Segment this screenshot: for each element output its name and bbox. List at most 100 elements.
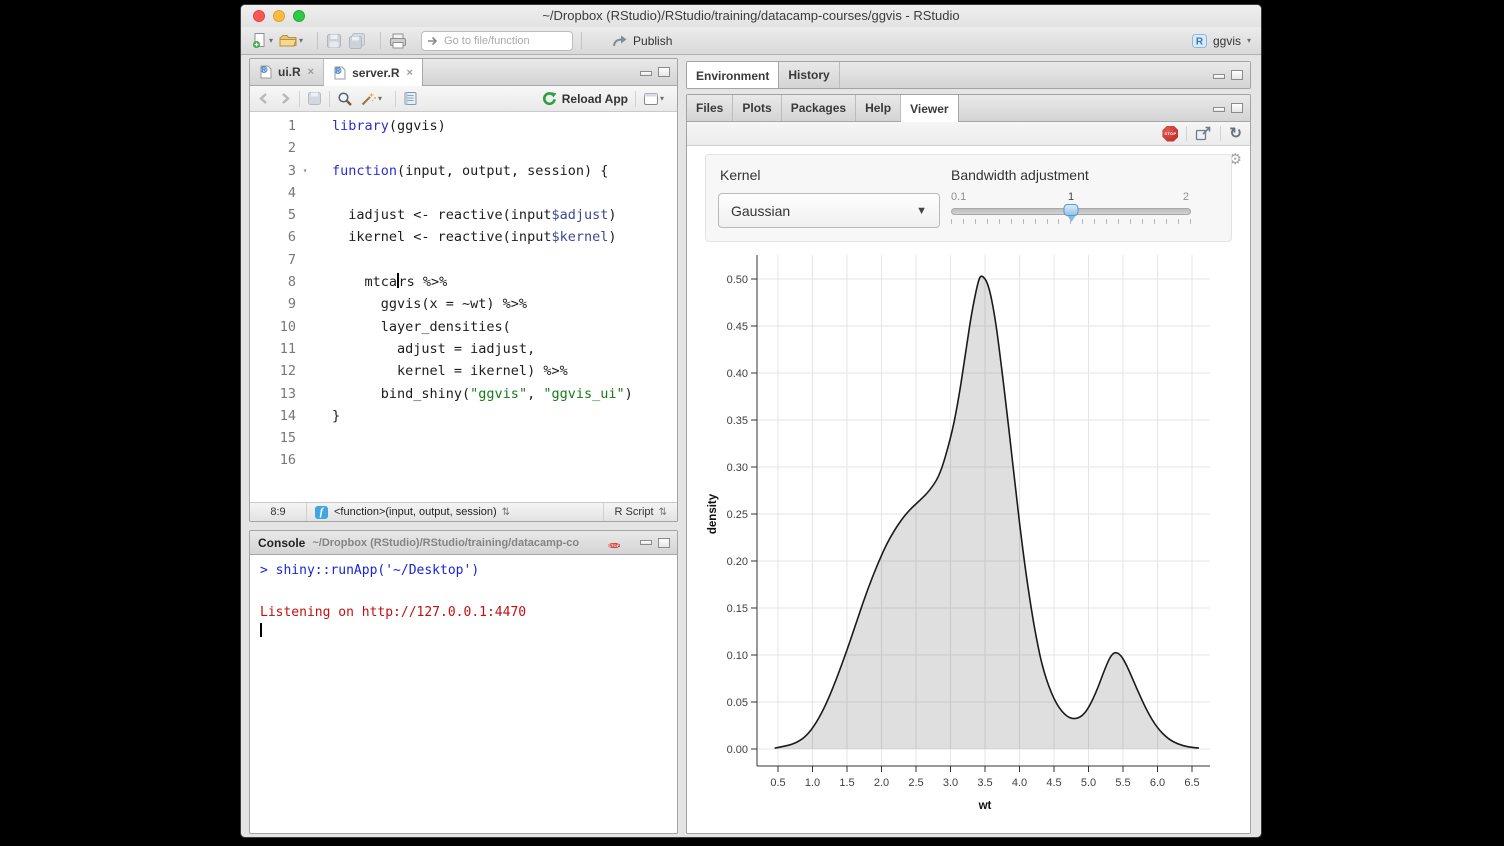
back-icon[interactable] [257, 92, 271, 105]
compile-notebook-icon[interactable] [403, 91, 418, 106]
code-text: kernel = ikernel) %>% [332, 360, 568, 382]
code-line[interactable]: 8 mtcars %>% [250, 271, 677, 293]
code-tools-caret: ▾ [378, 94, 382, 103]
code-line[interactable]: 14} [250, 405, 677, 427]
code-line[interactable]: 2 [250, 137, 677, 159]
code-line[interactable]: 4 [250, 182, 677, 204]
svg-text:5.5: 5.5 [1115, 777, 1130, 789]
slider-handle[interactable] [1064, 204, 1079, 216]
tab-server-r[interactable]: R server.R × [324, 59, 423, 86]
console-output[interactable]: > shiny::runApp('~/Desktop') Listening o… [250, 555, 677, 833]
svg-text:0.20: 0.20 [727, 556, 748, 568]
close-window-button[interactable] [253, 10, 265, 22]
minimize-pane-icon[interactable] [640, 540, 652, 545]
refresh-icon[interactable]: ↻ [1229, 126, 1242, 141]
save-icon-disabled[interactable] [307, 91, 322, 106]
svg-text:0.5: 0.5 [770, 777, 785, 789]
code-line[interactable]: 7 [250, 249, 677, 271]
code-line[interactable]: 10 layer_densities( [250, 316, 677, 338]
publish-button[interactable]: Publish [612, 33, 672, 48]
slider-track[interactable] [951, 208, 1191, 215]
minimize-pane-icon[interactable] [1213, 107, 1225, 112]
close-tab-icon[interactable]: × [406, 67, 412, 79]
kernel-select[interactable]: Gaussian ▼ [718, 193, 940, 228]
code-line[interactable]: 6 ikernel <- reactive(input$kernel) [250, 226, 677, 248]
save-all-button-disabled[interactable] [348, 30, 366, 52]
svg-text:4.5: 4.5 [1046, 777, 1061, 789]
pane-layout: R ui.R × R server.R × [241, 55, 1262, 838]
code-line[interactable]: 16 [250, 449, 677, 471]
project-menu-button[interactable]: R ggvis ▾ [1191, 33, 1251, 49]
fold-gutter [296, 182, 314, 204]
tab-plots[interactable]: Plots [733, 95, 781, 121]
svg-text:0.15: 0.15 [727, 603, 748, 615]
file-type-selector[interactable]: R Script ⇅ [603, 503, 677, 521]
code-line[interactable]: 9 ggvis(x = ~wt) %>% [250, 293, 677, 315]
save-button-disabled[interactable] [326, 30, 342, 52]
print-button[interactable] [389, 30, 407, 52]
tab-help[interactable]: Help [856, 95, 901, 121]
minimize-window-button[interactable] [273, 10, 285, 22]
toolbar-divider [1186, 126, 1187, 141]
restore-pane-icon[interactable] [1213, 74, 1225, 79]
tab-label: Packages [791, 101, 846, 115]
magic-wand-icon [360, 91, 377, 107]
code-line[interactable]: 15 [250, 427, 677, 449]
zoom-window-button[interactable] [293, 10, 305, 22]
line-number: 6 [256, 226, 296, 248]
code-editor[interactable]: 1library(ggvis)23▾function(input, output… [250, 112, 677, 502]
code-line[interactable]: 13 bind_shiny("ggvis", "ggvis_ui") [250, 383, 677, 405]
interrupt-r-button[interactable]: STOP [608, 534, 620, 555]
new-file-dropdown-caret[interactable]: ▾ [269, 36, 273, 45]
run-app-options-button[interactable]: ▾ [643, 88, 664, 110]
toolbar-divider [1220, 126, 1221, 141]
reload-app-button[interactable]: Reload App [542, 91, 628, 106]
slider-mid-label: 1 [1068, 191, 1074, 203]
line-number: 13 [256, 383, 296, 405]
tab-history[interactable]: History [779, 62, 839, 88]
maximize-pane-icon[interactable] [658, 67, 670, 77]
close-tab-icon[interactable]: × [308, 66, 314, 78]
svg-text:0.00: 0.00 [727, 744, 748, 756]
svg-text:3.0: 3.0 [943, 777, 958, 789]
open-in-new-window-icon[interactable] [1195, 126, 1212, 141]
fold-arrow-icon[interactable]: ▾ [296, 160, 314, 182]
tab-packages[interactable]: Packages [782, 95, 856, 121]
tab-label: Files [696, 101, 723, 115]
line-number: 2 [256, 137, 296, 159]
print-icon [389, 33, 407, 49]
svg-text:1.0: 1.0 [805, 777, 820, 789]
forward-icon[interactable] [278, 92, 292, 105]
svg-text:0.05: 0.05 [727, 697, 748, 709]
maximize-pane-icon[interactable] [658, 538, 670, 548]
toolbar-divider [635, 91, 636, 107]
code-tools-button[interactable]: ▾ [360, 88, 382, 110]
code-text: bind_shiny("ggvis", "ggvis_ui") [332, 383, 633, 405]
code-line[interactable]: 12 kernel = ikernel) %>% [250, 360, 677, 382]
r-project-icon: R [1191, 33, 1208, 49]
source-tabstrip: R ui.R × R server.R × [250, 59, 677, 86]
open-file-dropdown-caret[interactable]: ▾ [299, 36, 303, 45]
tab-ui-r[interactable]: R ui.R × [250, 59, 324, 85]
maximize-pane-icon[interactable] [1231, 70, 1243, 80]
tab-viewer[interactable]: Viewer [901, 95, 958, 122]
code-line[interactable]: 1library(ggvis) [250, 115, 677, 137]
code-line[interactable]: 5 iadjust <- reactive(input$adjust) [250, 204, 677, 226]
svg-text:0.10: 0.10 [727, 650, 748, 662]
restore-pane-icon[interactable] [1231, 103, 1243, 113]
scope-selector[interactable]: <function>(input, output, session) [334, 506, 497, 518]
kernel-label: Kernel [720, 167, 760, 183]
tab-files[interactable]: Files [687, 95, 733, 121]
code-line[interactable]: 11 adjust = iadjust, [250, 338, 677, 360]
tab-environment[interactable]: Environment [687, 62, 779, 89]
minimize-pane-icon[interactable] [640, 71, 652, 76]
goto-file-function-input[interactable] [421, 31, 573, 51]
new-file-button[interactable]: ▾ [251, 30, 273, 52]
console-line: > shiny::runApp('~/Desktop') [260, 560, 677, 581]
code-line[interactable]: 3▾function(input, output, session) { [250, 160, 677, 182]
find-icon[interactable] [337, 91, 353, 107]
fold-gutter [296, 226, 314, 248]
svg-text:0.50: 0.50 [727, 274, 748, 286]
open-file-button[interactable]: ▾ [279, 30, 303, 52]
stop-app-button[interactable]: STOP [1162, 126, 1178, 142]
